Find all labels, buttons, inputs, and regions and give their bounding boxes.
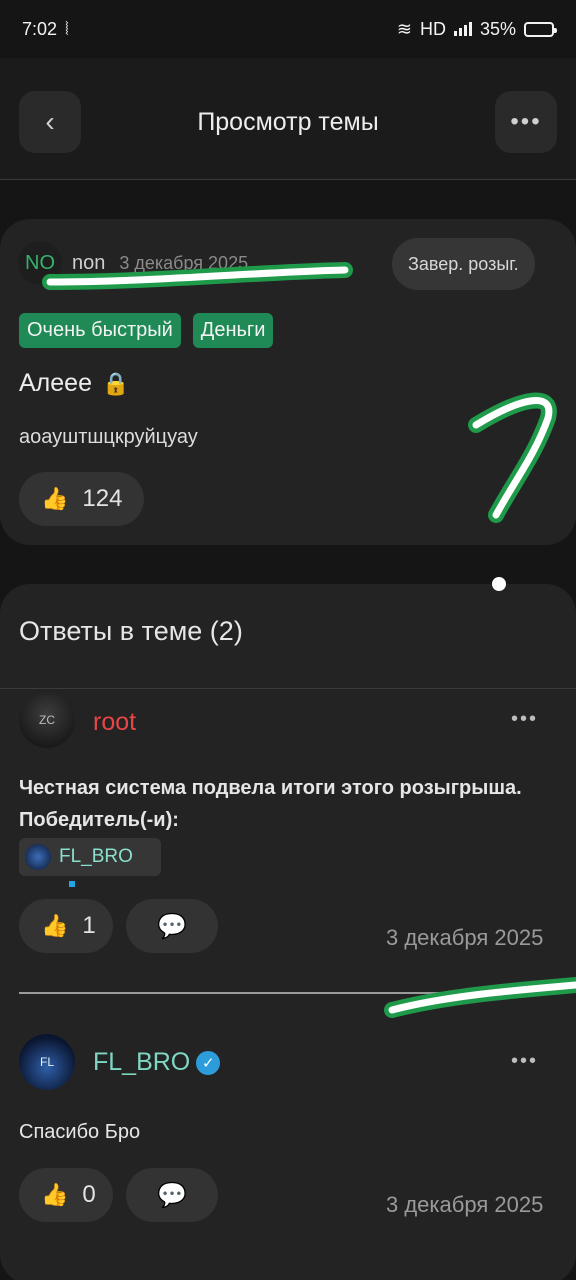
comment-button[interactable]: 💬 bbox=[126, 899, 218, 953]
tag-item[interactable]: Деньги bbox=[192, 313, 274, 348]
page-title: Просмотр темы bbox=[197, 108, 379, 136]
thumbs-up-icon: 👍 bbox=[41, 1182, 69, 1207]
tag-item[interactable]: Очень быстрый bbox=[19, 313, 181, 348]
replies-section: Ответы в теме (2) ZC root ••• Честная си… bbox=[0, 584, 576, 1280]
signal-icon bbox=[453, 22, 472, 36]
post-author-row[interactable]: NO non 3 декабря 2025 bbox=[18, 241, 248, 285]
post-title: Алеее bbox=[19, 369, 92, 397]
comment-button[interactable]: 💬 bbox=[126, 1168, 218, 1222]
wifi-icon: ≋ bbox=[396, 18, 412, 39]
reply-date: 3 декабря 2025 bbox=[386, 925, 544, 950]
reply-author-label: FL_BRO bbox=[93, 1048, 191, 1076]
avatar bbox=[25, 844, 51, 870]
network-label: HD bbox=[419, 18, 446, 39]
more-options-button[interactable]: ••• bbox=[495, 91, 557, 153]
comment-icon: 💬 bbox=[157, 1181, 187, 1209]
reply-author-name[interactable]: FL_BRO ✓ bbox=[93, 1048, 221, 1077]
divider bbox=[19, 992, 557, 994]
post-body: аоауштшцкруйцуау bbox=[19, 426, 198, 448]
thumbs-up-icon: 👍 bbox=[41, 486, 69, 511]
top-app-bar: ‹ Просмотр темы ••• bbox=[0, 58, 576, 180]
divider bbox=[0, 688, 576, 689]
comment-icon: 💬 bbox=[157, 912, 187, 940]
status-badge: Завер. розыг. bbox=[392, 238, 535, 290]
lock-icon: 🔒 bbox=[101, 370, 130, 396]
verified-icon: ✓ bbox=[196, 1050, 221, 1075]
more-horizontal-icon[interactable]: ••• bbox=[511, 1050, 538, 1073]
post-tags: Очень быстрый Деньги bbox=[19, 313, 274, 348]
like-count: 124 bbox=[82, 485, 123, 512]
like-count: 1 bbox=[82, 912, 96, 939]
reply-author-name[interactable]: root bbox=[93, 708, 136, 737]
like-button[interactable]: 👍 1 bbox=[19, 899, 113, 953]
winner-mention[interactable]: FL_BRO bbox=[19, 838, 161, 876]
thumbs-up-icon: 👍 bbox=[41, 913, 69, 938]
avatar[interactable]: NO bbox=[18, 241, 62, 285]
more-horizontal-icon[interactable]: ••• bbox=[511, 708, 538, 731]
winner-name: FL_BRO bbox=[59, 846, 133, 867]
like-button[interactable]: 👍 124 bbox=[19, 472, 144, 526]
reply-text: Честная система подвела итоги этого розы… bbox=[19, 777, 522, 831]
post-date: 3 декабря 2025 bbox=[119, 252, 249, 273]
topic-post-card: NO non 3 декабря 2025 Завер. розыг. Очен… bbox=[0, 219, 576, 545]
replies-heading: Ответы в теме (2) bbox=[19, 616, 243, 646]
post-author-name[interactable]: non bbox=[72, 252, 105, 275]
reply-date: 3 декабря 2025 bbox=[386, 1192, 544, 1217]
vibrate-icon: ⦚ bbox=[65, 18, 69, 39]
reply-text: Спасибо Бро bbox=[19, 1121, 141, 1143]
avatar[interactable]: ZC bbox=[19, 692, 75, 748]
battery-icon bbox=[524, 21, 557, 37]
more-horizontal-icon: ••• bbox=[510, 108, 542, 135]
post-title-row: Алеее 🔒 bbox=[19, 369, 129, 398]
battery-percent: 35% bbox=[479, 18, 516, 39]
like-count: 0 bbox=[82, 1181, 96, 1208]
status-time: 7:02 bbox=[22, 18, 58, 39]
like-button[interactable]: 👍 0 bbox=[19, 1168, 113, 1222]
avatar[interactable]: FL bbox=[19, 1034, 75, 1090]
status-bar: 7:02 ⦚ ≋ HD 35% bbox=[0, 0, 576, 58]
